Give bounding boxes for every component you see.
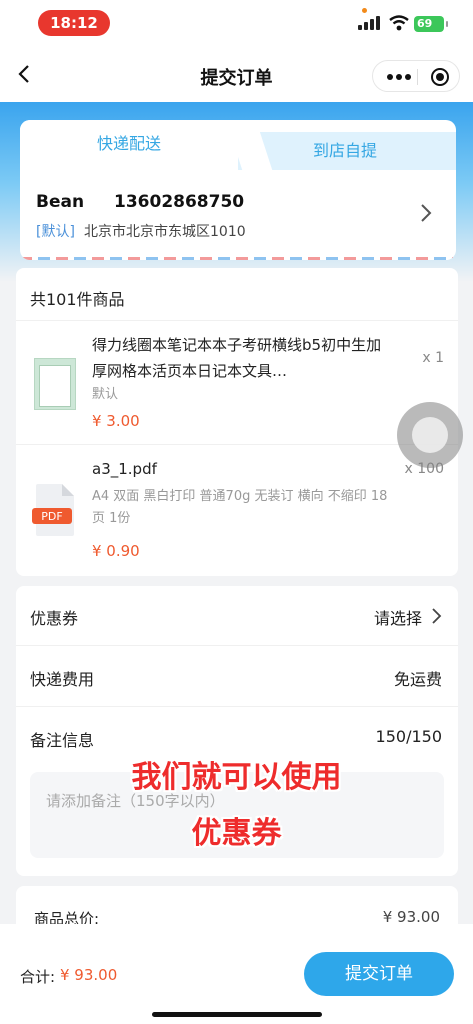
item-quantity: x 1 [422, 350, 444, 366]
goods-count: 共101件商品 [30, 290, 125, 309]
notebook-thumbnail[interactable] [34, 358, 76, 410]
checkout-bar: 合计: ¥ 93.00 提交订单 [0, 924, 473, 1024]
delivery-card: 到店自提 快递配送 Bean 13602868750 [默认] 北京市北京市东城… [20, 120, 456, 260]
capsule-divider [417, 69, 418, 85]
video-caption-line-1: 我们就可以使用 [131, 760, 342, 795]
remark-counter: 150/150 [375, 727, 442, 746]
item-title[interactable]: a3_1.pdf [92, 456, 382, 482]
recipient-phone[interactable]: 13602868750 [114, 192, 244, 212]
pdf-badge-text: PDF [41, 510, 62, 523]
pdf-icon[interactable]: PDF [30, 482, 78, 538]
battery-icon: 69 [414, 16, 448, 32]
shipping-value: 免运费 [393, 670, 442, 689]
mini-program-capsule [372, 60, 460, 92]
divider [16, 320, 458, 321]
address-text[interactable]: 北京市北京市东城区1010 [84, 221, 246, 241]
more-icon[interactable] [387, 74, 411, 80]
envelope-border [20, 257, 456, 260]
coupon-value[interactable]: 请选择 [374, 605, 422, 629]
recipient-name[interactable]: Bean [36, 192, 84, 212]
assistive-touch-button[interactable] [397, 402, 463, 468]
item-spec: 默认 [92, 387, 119, 402]
total-label: 合计: [20, 968, 56, 986]
item-price: ¥ 0.90 [92, 542, 140, 560]
coupon-row[interactable]: 优惠券 请选择 [16, 586, 458, 646]
tab-express-delivery[interactable]: 快递配送 [20, 120, 238, 170]
shipping-label: 快递费用 [30, 670, 95, 689]
shipping-row: 快递费用 免运费 [16, 647, 458, 707]
home-indicator[interactable] [152, 1012, 322, 1017]
submit-order-button[interactable]: 提交订单 [304, 952, 454, 996]
video-caption-line-2: 优惠券 [191, 816, 282, 851]
chevron-right-icon[interactable] [430, 607, 442, 625]
privacy-indicator-icon [362, 8, 367, 13]
cellular-signal-icon [358, 16, 382, 30]
status-time: 18:12 [38, 10, 110, 36]
item-title[interactable]: 得力线圈本笔记本本子考研横线b5初中生加厚网格本活页本日记本文具… [92, 332, 382, 384]
default-address-tag: [默认] [36, 224, 75, 240]
nav-bar: 提交订单 [0, 44, 473, 106]
close-mini-program-icon[interactable] [431, 68, 449, 86]
item-spec: A4 双面 黑白打印 普通70g 无装订 横向 不缩印 18页 1份 [92, 489, 388, 526]
coupon-label: 优惠券 [30, 609, 79, 628]
item-price: ¥ 3.00 [92, 412, 140, 430]
total-value: ¥ 93.00 [60, 966, 118, 984]
remark-label: 备注信息 [30, 731, 95, 750]
status-bar: 18:12 69 [0, 0, 473, 44]
chevron-right-icon[interactable] [418, 202, 434, 224]
wifi-icon [389, 15, 409, 31]
divider [16, 444, 458, 445]
goods-card: 共101件商品 得力线圈本笔记本本子考研横线b5初中生加厚网格本活页本日记本文具… [16, 268, 458, 576]
